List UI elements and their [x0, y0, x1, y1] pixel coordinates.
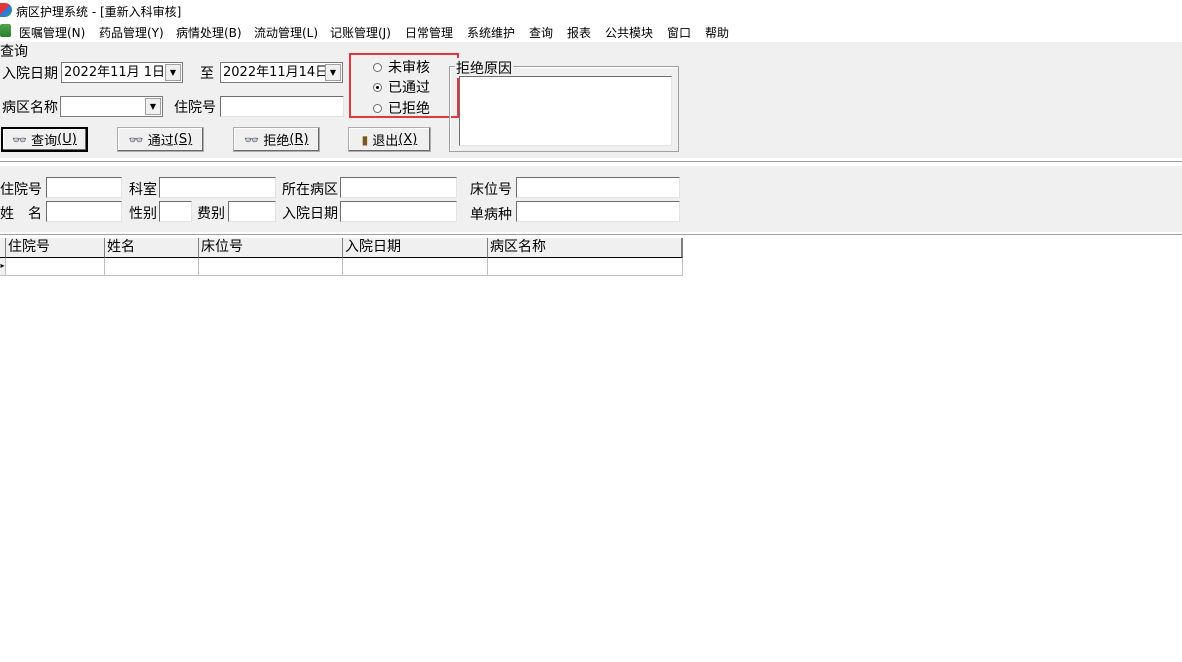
admit-date-label: 入院日期 [2, 66, 58, 82]
single-disease-label: 单病种 [470, 207, 512, 223]
column-header-inpatient-no[interactable]: 住院号 [6, 238, 105, 258]
separator [0, 162, 1182, 163]
name-field [46, 201, 122, 222]
pass-button-label: 通过 [147, 134, 174, 149]
column-header-bed[interactable]: 床位号 [199, 238, 343, 258]
menu-common[interactable]: 公共模块 [605, 24, 653, 41]
ward-name-label: 病区名称 [2, 100, 58, 116]
menu-help[interactable]: 帮助 [705, 24, 729, 41]
menu-maintenance[interactable]: 系统维护 [467, 24, 515, 41]
exit-button[interactable]: ▮ 退出 (X) [348, 127, 431, 152]
query-button[interactable]: 👓 查询 (U) [1, 127, 88, 152]
patient-inpatient-no-label: 住院号 [0, 182, 42, 198]
ward-field [340, 177, 457, 198]
reject-button-label: 拒绝 [263, 134, 290, 149]
menu-reports[interactable]: 报表 [567, 24, 591, 41]
exit-door-icon: ▮ [361, 132, 369, 147]
table-cell[interactable] [105, 258, 199, 276]
binoculars-icon: 👓 [244, 132, 260, 147]
radio-passed-label: 已通过 [388, 80, 430, 96]
column-header-name[interactable]: 姓名 [105, 238, 199, 258]
dept-label: 科室 [129, 182, 157, 198]
table-cell[interactable] [343, 258, 488, 276]
window-title: 病区护理系统 - [重新入科审核] [16, 5, 182, 19]
patient-inpatient-no-field [46, 177, 122, 198]
chevron-down-icon[interactable]: ▼ [325, 64, 341, 81]
query-group-caption: 查询 [0, 44, 28, 60]
date-to-value: 2022年11月14日 [223, 65, 329, 80]
reject-button[interactable]: 👓 拒绝 (R) [233, 127, 320, 152]
fee-type-field [228, 201, 276, 222]
inpatient-no-input[interactable] [220, 96, 344, 117]
patient-grid[interactable]: 住院号 姓名 床位号 入院日期 病区名称 ▸ [0, 238, 683, 277]
menu-query[interactable]: 查询 [529, 24, 553, 41]
bed-field [516, 177, 680, 198]
single-disease-field [516, 201, 680, 222]
name-label: 姓 名 [0, 206, 42, 222]
gender-field [159, 201, 192, 222]
radio-rejected[interactable]: 已拒绝 [373, 98, 430, 118]
patient-info-panel [0, 166, 1182, 232]
radio-unreviewed[interactable]: 未审核 [373, 57, 430, 77]
date-from-picker[interactable]: 2022年11月 1日 ▼ [61, 62, 183, 83]
chevron-down-icon[interactable]: ▼ [165, 64, 181, 81]
separator [0, 235, 1182, 236]
ward-label: 所在病区 [282, 182, 338, 198]
date-from-value: 2022年11月 1日 [64, 65, 166, 80]
menu-drugs[interactable]: 药品管理(Y) [99, 24, 164, 41]
dept-field [159, 177, 276, 198]
exit-button-hotkey: (X) [398, 132, 418, 147]
radio-button-selected-icon [373, 82, 382, 92]
query-button-hotkey: (U) [57, 132, 77, 147]
inpatient-no-label: 住院号 [174, 100, 216, 116]
column-header-ward-name[interactable]: 病区名称 [488, 238, 683, 258]
menu-daily[interactable]: 日常管理 [405, 24, 453, 41]
table-cell[interactable] [6, 258, 105, 276]
radio-unreviewed-label: 未审核 [388, 60, 430, 76]
to-label: 至 [200, 66, 214, 82]
binoculars-icon: 👓 [128, 132, 144, 147]
date-to-picker[interactable]: 2022年11月14日 ▼ [220, 62, 343, 83]
chevron-down-icon[interactable]: ▼ [145, 98, 161, 115]
ward-name-combo[interactable]: ▼ [60, 96, 163, 117]
menu-orders[interactable]: 医嘱管理(N) [19, 24, 85, 41]
radio-passed[interactable]: 已通过 [373, 77, 430, 97]
reject-reason-caption: 拒绝原因 [455, 58, 513, 78]
exit-button-label: 退出 [372, 134, 399, 149]
radio-button-icon [373, 103, 382, 113]
table-cell[interactable] [488, 258, 683, 276]
grid-header: 住院号 姓名 床位号 入院日期 病区名称 [0, 238, 683, 258]
radio-rejected-label: 已拒绝 [388, 101, 430, 117]
menu-billing[interactable]: 记账管理(J) [330, 24, 391, 41]
pass-button-hotkey: (S) [173, 132, 193, 147]
menu-condition[interactable]: 病情处理(B) [176, 24, 242, 41]
query-button-label: 查询 [31, 134, 58, 149]
radio-button-icon [373, 62, 382, 72]
table-row[interactable]: ▸ [0, 258, 683, 276]
mdi-child-icon[interactable] [0, 24, 11, 37]
reject-button-hotkey: (R) [289, 132, 309, 147]
menu-flow[interactable]: 流动管理(L) [254, 24, 318, 41]
gender-label: 性别 [129, 206, 157, 222]
fee-type-label: 费别 [197, 206, 225, 222]
column-header-admit-date[interactable]: 入院日期 [343, 238, 488, 258]
table-cell[interactable] [199, 258, 343, 276]
pass-button[interactable]: 👓 通过 (S) [117, 127, 204, 152]
bed-label: 床位号 [470, 182, 512, 198]
binoculars-icon: 👓 [12, 132, 28, 147]
patient-admit-date-field [340, 201, 457, 222]
reject-reason-textarea[interactable] [459, 76, 672, 146]
patient-admit-date-label: 入院日期 [282, 206, 338, 222]
menu-window[interactable]: 窗口 [667, 24, 691, 41]
